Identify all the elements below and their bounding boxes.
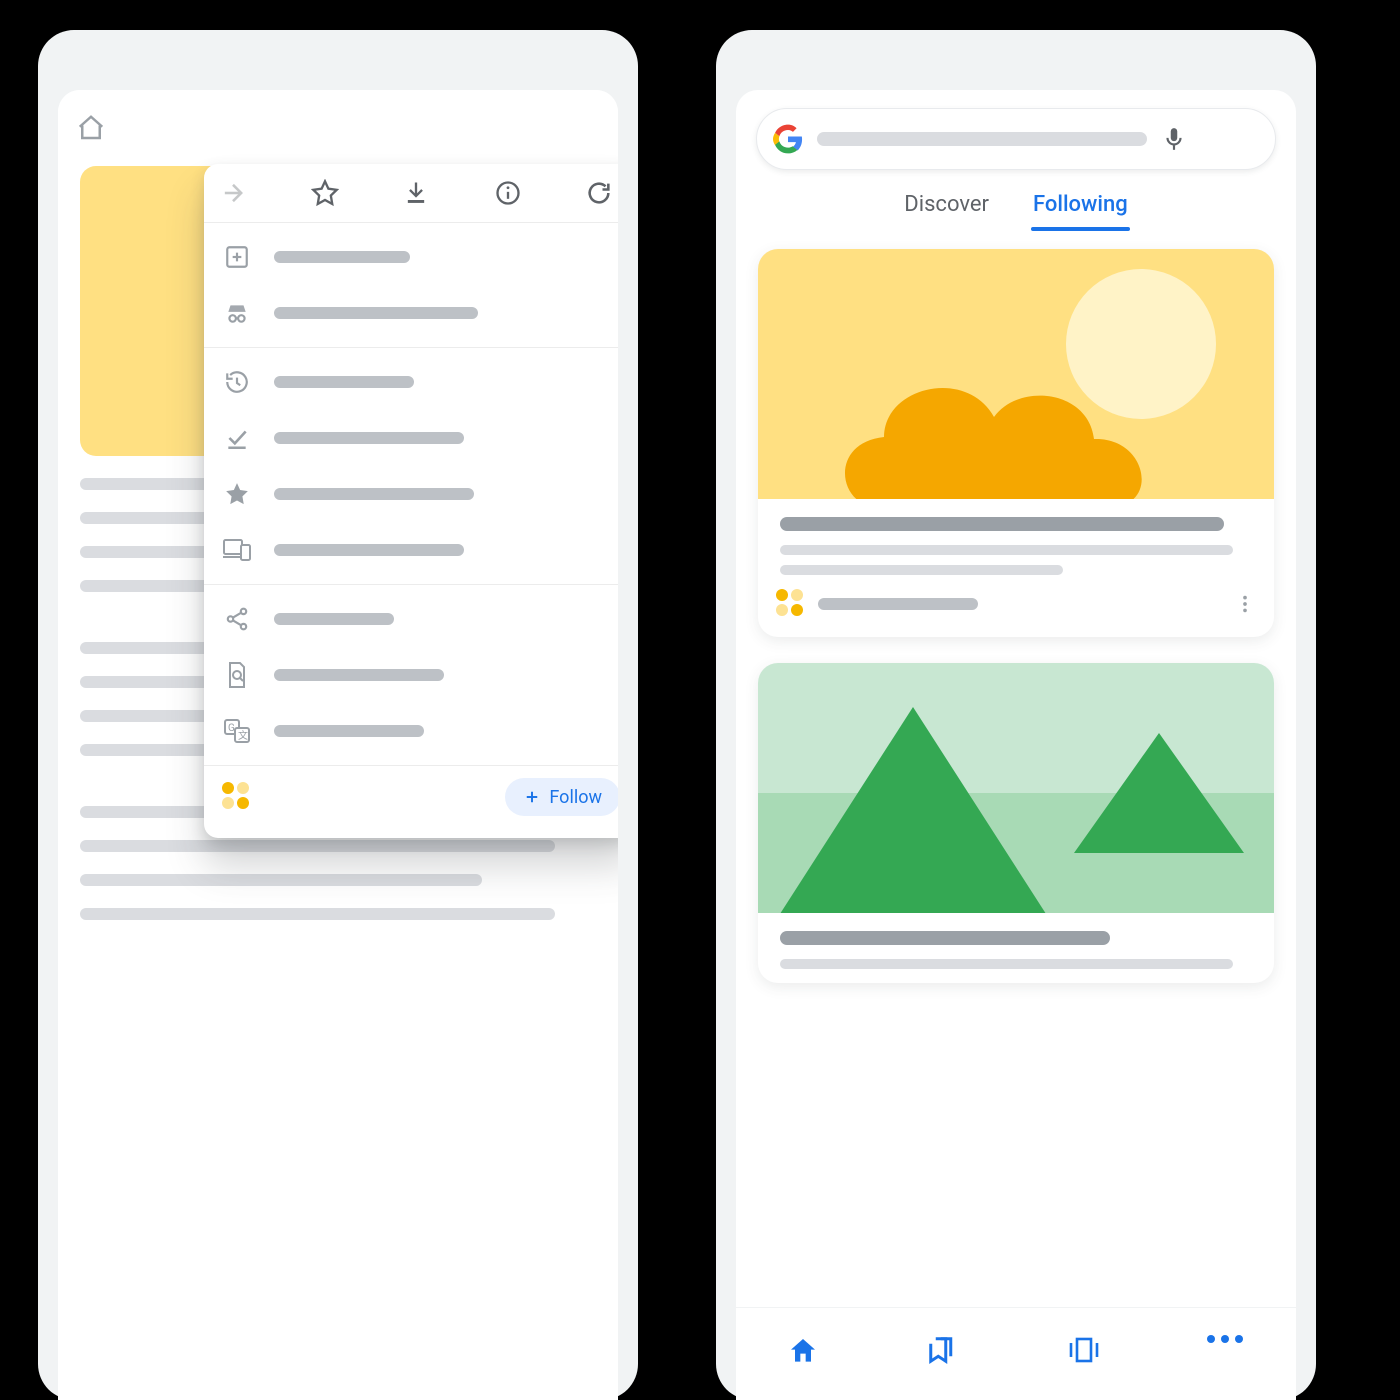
info-icon[interactable] (491, 176, 525, 210)
star-icon[interactable] (308, 176, 342, 210)
menu-item-history[interactable] (204, 354, 618, 410)
check-underline-icon (222, 423, 252, 453)
nav-bookmarks-icon[interactable] (927, 1335, 965, 1373)
refresh-icon[interactable] (582, 176, 616, 210)
card-title-block (758, 499, 1274, 579)
nav-more-icon[interactable] (1207, 1335, 1245, 1373)
plus-square-icon (222, 242, 252, 272)
menu-item-incognito[interactable] (204, 285, 618, 341)
devices-icon (222, 535, 252, 565)
star-filled-icon (222, 479, 252, 509)
feed-card[interactable] (758, 663, 1274, 983)
site-favicon-icon (222, 782, 252, 812)
tab-discover[interactable]: Discover (904, 192, 989, 231)
site-favicon-icon (776, 589, 806, 619)
card-title-block (758, 913, 1274, 983)
menu-item-translate[interactable]: G文 (204, 703, 618, 759)
menu-item-new-tab[interactable] (204, 229, 618, 285)
menu-item-downloads[interactable] (204, 410, 618, 466)
nav-tabs-icon[interactable] (1067, 1335, 1105, 1373)
follow-button[interactable]: Follow (505, 778, 618, 816)
nav-home-icon[interactable] (787, 1335, 825, 1373)
omnibox-row (58, 90, 618, 166)
feed-tabs: Discover Following (736, 192, 1296, 231)
menu-item-recent-tabs[interactable] (204, 522, 618, 578)
google-logo-icon (773, 124, 803, 154)
card-source-label (818, 598, 978, 610)
svg-text:G: G (228, 723, 235, 734)
search-input[interactable] (817, 132, 1147, 146)
menu-item-label (274, 307, 478, 319)
menu-item-share[interactable] (204, 591, 618, 647)
menu-item-label (274, 432, 464, 444)
search-bar[interactable] (756, 108, 1276, 170)
menu-item-label (274, 251, 410, 263)
feed-card[interactable] (758, 249, 1274, 637)
menu-item-follow-site[interactable]: Follow (204, 766, 618, 828)
forward-icon[interactable] (216, 176, 250, 210)
history-icon (222, 367, 252, 397)
mic-icon[interactable] (1161, 126, 1187, 152)
menu-item-label (274, 613, 394, 625)
card-more-icon[interactable] (1234, 593, 1256, 615)
follow-label: Follow (549, 787, 602, 808)
share-icon (222, 604, 252, 634)
find-in-page-icon (222, 660, 252, 690)
download-icon[interactable] (399, 176, 433, 210)
bottom-nav (736, 1307, 1296, 1400)
menu-item-label (274, 376, 414, 388)
tab-following[interactable]: Following (1033, 192, 1128, 231)
chrome-overflow-menu: G文 Follow (204, 164, 618, 838)
svg-text:文: 文 (238, 729, 248, 742)
menu-item-find-in-page[interactable] (204, 647, 618, 703)
following-feed-mock: Discover Following (716, 30, 1316, 1400)
menu-item-bookmarks[interactable] (204, 466, 618, 522)
chrome-overflow-menu-mock: G文 Follow (38, 30, 638, 1400)
card-image (758, 249, 1274, 499)
menu-item-label (274, 544, 464, 556)
menu-item-label (274, 725, 424, 737)
incognito-icon (222, 298, 252, 328)
menu-item-label (274, 488, 474, 500)
home-icon[interactable] (76, 113, 106, 143)
card-image (758, 663, 1274, 913)
menu-item-label (274, 669, 444, 681)
translate-icon: G文 (222, 716, 252, 746)
